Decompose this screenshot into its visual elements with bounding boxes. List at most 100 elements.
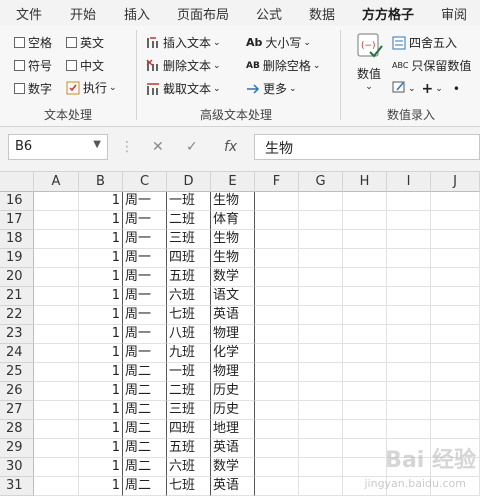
table-cell[interactable] (299, 401, 343, 420)
table-cell[interactable] (34, 420, 79, 439)
checkbox-chinese[interactable]: 中文 (66, 57, 104, 74)
table-cell[interactable] (255, 477, 299, 496)
table-cell[interactable] (343, 382, 387, 401)
table-cell[interactable] (343, 249, 387, 268)
table-cell[interactable] (299, 382, 343, 401)
table-cell[interactable] (431, 249, 480, 268)
table-cell[interactable]: 四班 (167, 420, 211, 439)
table-cell[interactable]: 周一 (123, 287, 167, 306)
tab-review[interactable]: 审阅 (441, 4, 467, 23)
table-cell[interactable] (299, 477, 343, 496)
column-header[interactable]: D (167, 172, 211, 192)
table-cell[interactable]: 一班 (167, 363, 211, 382)
column-header[interactable]: G (299, 172, 343, 192)
table-cell[interactable]: 1 (79, 363, 123, 382)
keep-numbers-button[interactable]: ABC 只保留数值 (392, 57, 471, 74)
table-cell[interactable]: 周二 (123, 420, 167, 439)
table-cell[interactable] (255, 439, 299, 458)
table-cell[interactable] (299, 268, 343, 287)
delete-space-button[interactable]: AB 删除空格 ⌄ (246, 57, 320, 74)
tab-home[interactable]: 开始 (70, 4, 96, 23)
row-header[interactable]: 30 (0, 458, 34, 477)
insert-text-button[interactable]: 插入文本 ⌄ (146, 34, 221, 51)
table-cell[interactable] (343, 344, 387, 363)
table-cell[interactable]: 1 (79, 211, 123, 230)
table-cell[interactable]: 地理 (211, 420, 255, 439)
case-button[interactable]: Ab 大小写 ⌄ (246, 34, 311, 51)
table-cell[interactable] (34, 382, 79, 401)
more-dots-icon[interactable]: • (453, 82, 460, 96)
table-cell[interactable] (255, 382, 299, 401)
table-cell[interactable]: 物理 (211, 363, 255, 382)
table-cell[interactable]: 1 (79, 306, 123, 325)
table-cell[interactable] (34, 211, 79, 230)
table-cell[interactable] (255, 211, 299, 230)
table-cell[interactable] (34, 230, 79, 249)
table-cell[interactable]: 周一 (123, 211, 167, 230)
table-cell[interactable]: 1 (79, 382, 123, 401)
table-cell[interactable] (431, 420, 480, 439)
table-cell[interactable]: 周二 (123, 477, 167, 496)
column-header[interactable]: C (123, 172, 167, 192)
table-cell[interactable]: 周一 (123, 249, 167, 268)
table-cell[interactable]: 三班 (167, 401, 211, 420)
function-icon[interactable]: fx (224, 139, 237, 155)
table-cell[interactable]: 生物 (211, 249, 255, 268)
table-cell[interactable] (299, 363, 343, 382)
table-cell[interactable] (34, 306, 79, 325)
table-cell[interactable] (299, 458, 343, 477)
row-header[interactable]: 31 (0, 477, 34, 496)
table-cell[interactable] (431, 306, 480, 325)
table-cell[interactable]: 1 (79, 192, 123, 211)
table-cell[interactable]: 周一 (123, 230, 167, 249)
table-cell[interactable] (431, 382, 480, 401)
table-cell[interactable]: 1 (79, 439, 123, 458)
table-cell[interactable] (34, 325, 79, 344)
table-cell[interactable] (34, 192, 79, 211)
table-cell[interactable]: 英语 (211, 306, 255, 325)
table-cell[interactable] (431, 230, 480, 249)
table-cell[interactable]: 英语 (211, 477, 255, 496)
table-cell[interactable]: 体育 (211, 211, 255, 230)
table-cell[interactable]: 1 (79, 401, 123, 420)
table-cell[interactable] (255, 306, 299, 325)
table-cell[interactable] (343, 306, 387, 325)
table-cell[interactable]: 二班 (167, 211, 211, 230)
table-cell[interactable] (343, 401, 387, 420)
round-button[interactable]: 四舍五入 (392, 34, 457, 51)
table-cell[interactable] (299, 344, 343, 363)
table-cell[interactable]: 周二 (123, 382, 167, 401)
table-cell[interactable]: 周二 (123, 401, 167, 420)
table-cell[interactable] (255, 249, 299, 268)
table-cell[interactable] (431, 287, 480, 306)
table-cell[interactable]: 周一 (123, 268, 167, 287)
table-cell[interactable] (387, 363, 431, 382)
row-header[interactable]: 29 (0, 439, 34, 458)
table-cell[interactable]: 一班 (167, 192, 211, 211)
table-cell[interactable]: 1 (79, 344, 123, 363)
table-cell[interactable] (431, 211, 480, 230)
more-button[interactable]: 更多 ⌄ (246, 80, 297, 97)
table-cell[interactable]: 二班 (167, 382, 211, 401)
column-header[interactable]: H (343, 172, 387, 192)
table-cell[interactable]: 周二 (123, 363, 167, 382)
table-cell[interactable]: 语文 (211, 287, 255, 306)
table-cell[interactable] (255, 192, 299, 211)
table-cell[interactable]: 周一 (123, 192, 167, 211)
table-cell[interactable]: 数学 (211, 268, 255, 287)
table-cell[interactable] (431, 325, 480, 344)
table-cell[interactable]: 1 (79, 420, 123, 439)
row-header[interactable]: 24 (0, 344, 34, 363)
row-header[interactable]: 26 (0, 382, 34, 401)
table-cell[interactable] (431, 268, 480, 287)
table-cell[interactable] (343, 420, 387, 439)
table-cell[interactable] (343, 439, 387, 458)
checkbox-number[interactable]: 数字 (14, 80, 52, 97)
table-cell[interactable] (387, 306, 431, 325)
table-cell[interactable]: 历史 (211, 382, 255, 401)
table-cell[interactable] (34, 249, 79, 268)
table-cell[interactable] (387, 420, 431, 439)
table-cell[interactable] (255, 325, 299, 344)
table-cell[interactable] (34, 439, 79, 458)
tab-insert[interactable]: 插入 (124, 4, 150, 23)
